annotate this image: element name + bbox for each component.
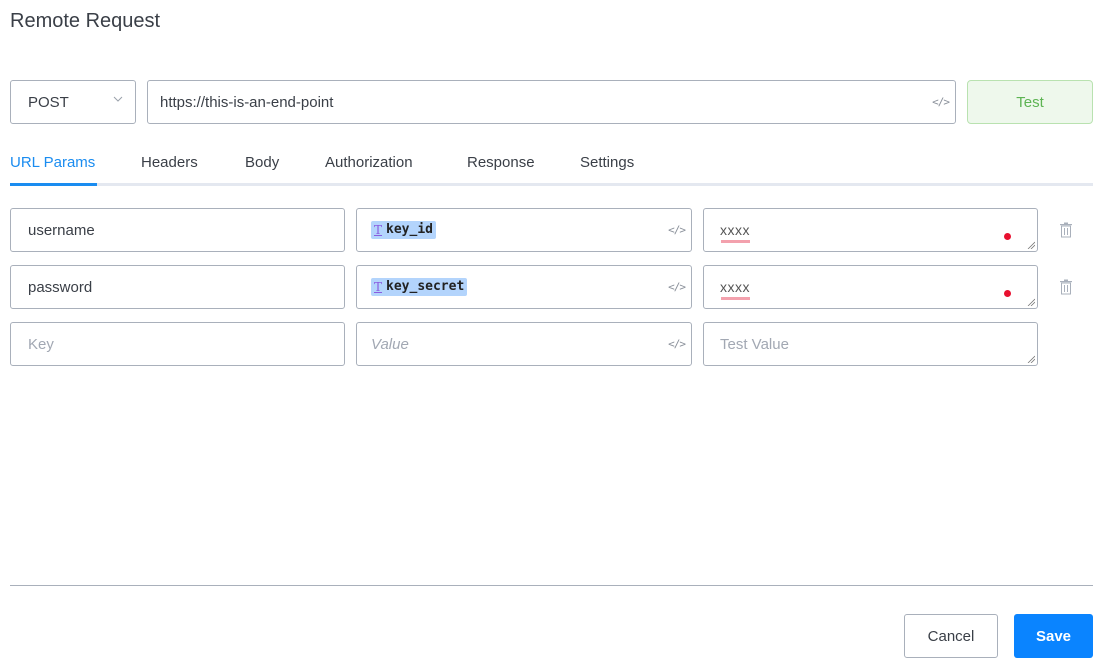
param-key-input[interactable]: username	[10, 208, 345, 252]
code-icon[interactable]: </>	[932, 96, 950, 109]
code-icon[interactable]: </>	[668, 338, 686, 351]
new-param-test-value-input[interactable]: Test Value	[703, 322, 1038, 366]
param-test-value-input[interactable]: xxxx	[703, 265, 1038, 309]
token-chip[interactable]: T key_id	[371, 221, 436, 239]
text-token-icon: T	[374, 222, 383, 237]
tab-authorization[interactable]: Authorization	[325, 154, 413, 171]
method-value: POST	[28, 93, 69, 111]
test-value-placeholder: Test Value	[720, 335, 789, 353]
token-label: key_secret	[386, 279, 465, 294]
resize-handle-icon[interactable]	[1027, 298, 1035, 306]
param-key-value: username	[28, 221, 95, 239]
code-icon[interactable]: </>	[668, 224, 686, 237]
save-button[interactable]: Save	[1014, 614, 1093, 658]
test-button[interactable]: Test	[967, 80, 1093, 124]
footer-divider	[10, 585, 1093, 586]
method-select[interactable]: POST	[10, 80, 136, 124]
tab-headers[interactable]: Headers	[141, 154, 198, 171]
tab-bar: URL Params Headers Body Authorization Re…	[10, 148, 1093, 186]
param-key-value: password	[28, 278, 93, 296]
param-key-input[interactable]: password	[10, 265, 345, 309]
resize-handle-icon[interactable]	[1027, 241, 1035, 249]
code-icon[interactable]: </>	[668, 281, 686, 294]
active-tab-indicator	[10, 183, 97, 186]
param-value-input[interactable]: T key_id </>	[356, 208, 692, 252]
tab-response[interactable]: Response	[467, 154, 535, 171]
token-label: key_id	[386, 222, 433, 237]
page-title: Remote Request	[10, 10, 161, 32]
trash-icon[interactable]	[1059, 222, 1073, 238]
text-token-icon: T	[374, 279, 383, 294]
url-input[interactable]: https://this-is-an-end-point </>	[147, 80, 956, 124]
trash-icon[interactable]	[1059, 279, 1073, 295]
tab-body[interactable]: Body	[245, 154, 279, 171]
cancel-button[interactable]: Cancel	[904, 614, 998, 658]
url-value: https://this-is-an-end-point	[160, 93, 334, 111]
key-placeholder: Key	[28, 335, 54, 353]
param-test-value-input[interactable]: xxxx	[703, 208, 1038, 252]
token-chip[interactable]: T key_secret	[371, 278, 468, 296]
error-indicator	[1004, 233, 1011, 240]
resize-handle-icon[interactable]	[1027, 355, 1035, 363]
test-value-text: xxxx	[720, 279, 750, 300]
error-indicator	[1004, 290, 1011, 297]
param-value-input[interactable]: T key_secret </>	[356, 265, 692, 309]
test-value-text: xxxx	[720, 222, 750, 243]
tab-settings[interactable]: Settings	[580, 154, 634, 171]
value-placeholder: Value	[371, 335, 409, 353]
tab-url-params[interactable]: URL Params	[10, 154, 95, 171]
chevron-down-icon	[113, 96, 123, 102]
new-param-key-input[interactable]: Key	[10, 322, 345, 366]
new-param-value-input[interactable]: Value </>	[356, 322, 692, 366]
